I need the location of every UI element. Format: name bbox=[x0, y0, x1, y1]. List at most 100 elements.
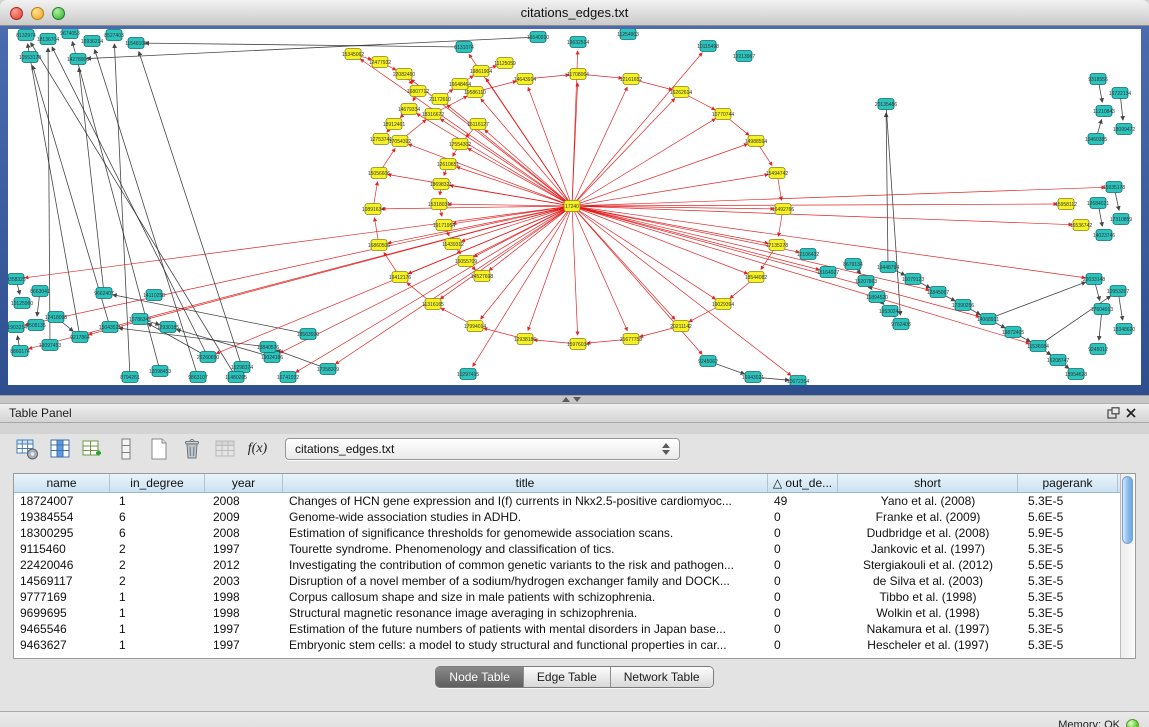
network-node[interactable]: 12477932 bbox=[369, 57, 391, 68]
network-node[interactable]: 18698321 bbox=[430, 179, 452, 190]
table-cell[interactable]: 1 bbox=[110, 494, 205, 508]
network-node[interactable]: 9245012 bbox=[1088, 344, 1108, 355]
network-edge[interactable] bbox=[489, 206, 572, 270]
network-node[interactable]: 9762408 bbox=[891, 319, 911, 330]
table-cell[interactable]: Disruption of a novel member of a sodium… bbox=[283, 574, 768, 588]
column-header-5[interactable]: short bbox=[838, 474, 1018, 492]
network-node[interactable]: 9863107 bbox=[188, 372, 208, 383]
network-node[interactable]: 11480265 bbox=[225, 372, 247, 383]
network-node[interactable]: 17358209 bbox=[317, 364, 339, 375]
table-cell[interactable]: 18724007 bbox=[14, 494, 110, 508]
network-node[interactable]: 16262614 bbox=[670, 87, 692, 98]
network-node[interactable]: 9674053 bbox=[60, 29, 80, 39]
table-cell[interactable]: 9115460 bbox=[14, 542, 110, 556]
network-node[interactable]: 17604913 bbox=[1091, 304, 1113, 315]
column-header-0[interactable]: name bbox=[14, 474, 110, 492]
network-node[interactable]: 12418098 bbox=[45, 312, 67, 323]
function-builder-button[interactable]: f(x) bbox=[244, 436, 271, 463]
network-node[interactable]: 16807712 bbox=[407, 86, 429, 97]
table-cell[interactable]: Changes of HCN gene expression and I(f) … bbox=[283, 494, 768, 508]
network-node[interactable]: 12106432 bbox=[797, 249, 819, 260]
network-node[interactable]: 11254903 bbox=[617, 29, 639, 40]
network-node[interactable]: 9318556 bbox=[1088, 74, 1108, 85]
network-node[interactable]: 16536742 bbox=[1070, 220, 1092, 231]
table-row[interactable]: 946554611997Estimation of the future num… bbox=[14, 621, 1120, 637]
network-node[interactable]: 18136704 bbox=[37, 34, 59, 45]
network-node[interactable]: 15207863 bbox=[855, 276, 877, 287]
network-edge[interactable] bbox=[408, 144, 572, 206]
network-node[interactable]: 14643914 bbox=[514, 74, 536, 85]
column-header-1[interactable]: in_degree bbox=[110, 474, 205, 492]
table-cell[interactable]: 9463627 bbox=[14, 638, 110, 652]
network-node[interactable]: 8860174 bbox=[10, 346, 30, 357]
network-node[interactable]: 11439312 bbox=[442, 239, 464, 250]
table-cell[interactable]: 5.5E-5 bbox=[1018, 558, 1118, 572]
table-cell[interactable]: 0 bbox=[768, 542, 838, 556]
network-node[interactable]: 10125960 bbox=[11, 298, 33, 309]
network-edge[interactable] bbox=[462, 206, 572, 241]
network-edge[interactable] bbox=[572, 206, 578, 335]
network-edge[interactable] bbox=[280, 206, 572, 353]
table-cell[interactable]: 5.3E-5 bbox=[1018, 606, 1118, 620]
network-edge[interactable] bbox=[988, 282, 1086, 319]
table-cell[interactable]: Estimation of significance thresholds fo… bbox=[283, 526, 768, 540]
network-node[interactable]: 11316165 bbox=[422, 299, 444, 310]
table-cell[interactable]: Nakamura et al. (1997) bbox=[838, 622, 1018, 636]
table-cell[interactable]: 1997 bbox=[205, 638, 283, 652]
network-edge[interactable] bbox=[31, 43, 236, 377]
network-edge[interactable] bbox=[48, 48, 50, 345]
table-cell[interactable]: 2003 bbox=[205, 574, 283, 588]
table-cell[interactable]: 5.3E-5 bbox=[1018, 590, 1118, 604]
network-node[interactable]: 9505135 bbox=[26, 320, 46, 331]
table-cell[interactable]: 2009 bbox=[205, 510, 283, 524]
network-edge[interactable] bbox=[145, 43, 464, 47]
table-row[interactable]: 911546021997Tourette syndrome. Phenomeno… bbox=[14, 541, 1120, 557]
table-cell[interactable]: 0 bbox=[768, 510, 838, 524]
network-canvas[interactable]: 1724011708064121616521626261410770744149… bbox=[8, 29, 1141, 385]
network-node[interactable]: 8794261 bbox=[120, 372, 140, 383]
table-cell[interactable]: Tibbo et al. (1998) bbox=[838, 590, 1018, 604]
network-node[interactable]: 21172610 bbox=[429, 94, 451, 105]
network-edge[interactable] bbox=[296, 206, 572, 372]
close-window-button[interactable] bbox=[10, 7, 23, 20]
network-node[interactable]: 11548108 bbox=[125, 38, 147, 49]
network-edge[interactable] bbox=[89, 206, 572, 335]
network-node[interactable]: 14988594 bbox=[745, 136, 767, 147]
network-node[interactable]: 17554302 bbox=[449, 139, 471, 150]
network-node[interactable]: 21677758 bbox=[620, 334, 642, 345]
network-node[interactable]: 16640910 bbox=[527, 32, 549, 43]
network-edge[interactable] bbox=[572, 206, 748, 274]
network-edge[interactable] bbox=[119, 328, 268, 347]
network-node[interactable]: 12845067 bbox=[927, 287, 949, 298]
splitter-handle-icon[interactable] bbox=[562, 397, 581, 402]
network-node[interactable]: 13097453 bbox=[39, 340, 61, 351]
network-edge[interactable] bbox=[572, 206, 627, 331]
network-node[interactable]: 14527698 bbox=[471, 271, 493, 282]
network-node[interactable]: 16741032 bbox=[277, 372, 299, 383]
table-cell[interactable]: 5.3E-5 bbox=[1018, 638, 1118, 652]
network-node[interactable]: 9245062 bbox=[698, 356, 718, 367]
network-node[interactable]: 19412176 bbox=[389, 272, 411, 283]
table-cell[interactable]: 0 bbox=[768, 558, 838, 572]
network-edge[interactable] bbox=[572, 206, 1029, 343]
network-node[interactable]: 15298374 bbox=[231, 362, 253, 373]
network-node[interactable]: 16722134 bbox=[1109, 88, 1131, 99]
network-node[interactable]: 12098453 bbox=[149, 366, 171, 377]
table-cell[interactable]: 2 bbox=[110, 558, 205, 572]
network-node[interactable]: 17390256 bbox=[952, 300, 974, 311]
network-node[interactable]: 10115498 bbox=[697, 41, 719, 52]
table-cell[interactable]: Genome-wide association studies in ADHD. bbox=[283, 510, 768, 524]
table-row[interactable]: 1456911722003Disruption of a novel membe… bbox=[14, 573, 1120, 589]
network-node[interactable]: 20135486 bbox=[875, 99, 897, 110]
vertical-scrollbar[interactable] bbox=[1120, 474, 1135, 658]
network-node[interactable]: 10672354 bbox=[787, 376, 809, 386]
network-node[interactable]: 17240 bbox=[564, 201, 580, 212]
table-cell[interactable]: 18300295 bbox=[14, 526, 110, 540]
table-cell[interactable]: de Silva et al. (2003) bbox=[838, 574, 1018, 588]
scrollbar-thumb[interactable] bbox=[1122, 476, 1133, 544]
network-node[interactable]: 15958112 bbox=[1055, 199, 1077, 210]
network-node[interactable]: 18912461 bbox=[383, 119, 405, 130]
network-node[interactable]: 25260650 bbox=[197, 352, 219, 363]
network-node[interactable]: 17054392 bbox=[389, 136, 411, 147]
table-cell[interactable]: 19384554 bbox=[14, 510, 110, 524]
